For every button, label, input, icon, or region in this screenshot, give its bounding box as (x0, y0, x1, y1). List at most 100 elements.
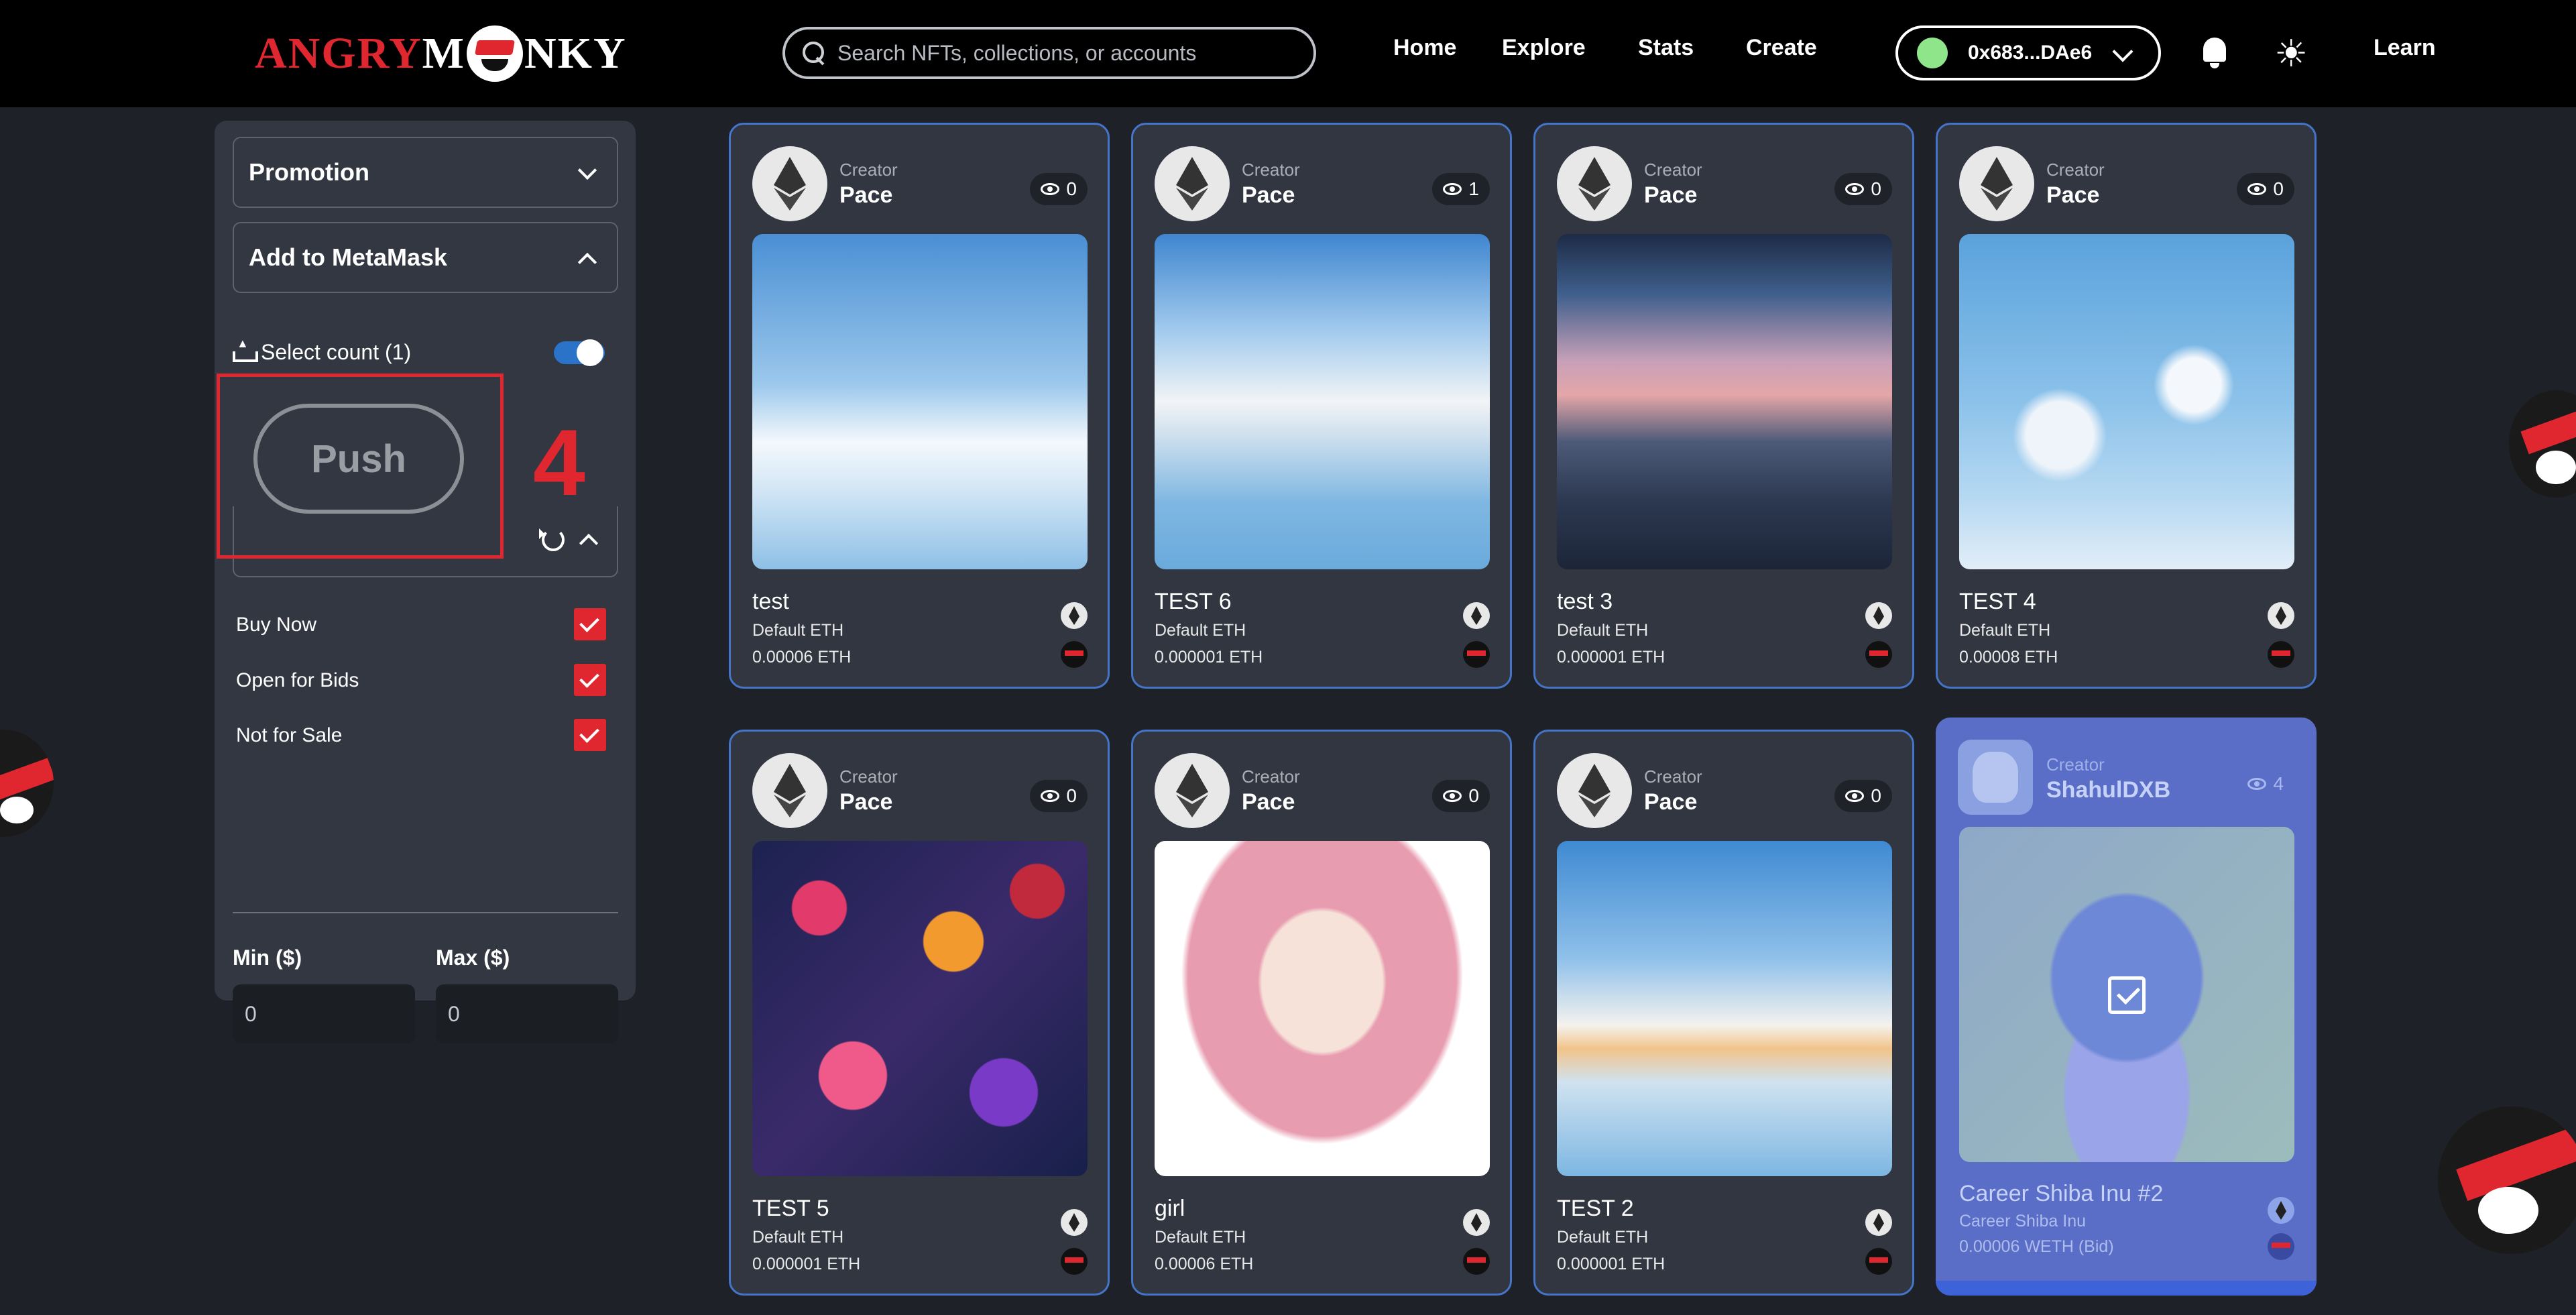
nft-title[interactable]: girl (1155, 1196, 1185, 1222)
nft-image[interactable] (1959, 234, 2294, 569)
nft-image[interactable] (1155, 841, 1490, 1176)
creator-name[interactable]: ShahulDXB (2046, 777, 2170, 803)
filter-not-for-sale[interactable]: Not for Sale (236, 719, 620, 752)
nft-image[interactable] (1959, 827, 2294, 1162)
filter-label: Not for Sale (236, 724, 343, 746)
nft-card[interactable]: Creator Pace 0 test Default ETH 0.00006 … (729, 123, 1110, 689)
creator-label: Creator (2046, 160, 2105, 180)
creator-avatar-eth-icon (1155, 753, 1230, 828)
nft-price: 0.00006 ETH (752, 648, 852, 667)
nft-collection: Career Shiba Inu (1959, 1212, 2087, 1231)
creator-avatar-shiba (1958, 740, 2033, 815)
filter-label: Buy Now (236, 614, 317, 636)
nft-price: 0.00008 ETH (1959, 648, 2058, 667)
nft-card[interactable]: Creator Pace 0 girl Default ETH 0.00006 … (1131, 730, 1512, 1296)
push-button[interactable]: Push (253, 404, 464, 514)
creator-avatar-eth-icon (752, 146, 827, 221)
nft-collection: Default ETH (1155, 1228, 1246, 1247)
nav-stats[interactable]: Stats (1638, 35, 1694, 61)
creator-name[interactable]: Pace (2046, 182, 2099, 209)
nft-image[interactable] (752, 841, 1088, 1176)
eye-icon (1041, 183, 1060, 195)
search-bar[interactable] (782, 27, 1316, 79)
nft-title[interactable]: Career Shiba Inu #2 (1959, 1181, 2163, 1207)
min-price-input[interactable] (233, 984, 415, 1043)
logo-face-icon (466, 25, 523, 82)
nft-title[interactable]: TEST 6 (1155, 589, 1232, 615)
nft-card[interactable]: Creator Pace 0 test 3 Default ETH 0.0000… (1533, 123, 1914, 689)
nft-title[interactable]: TEST 5 (752, 1196, 829, 1222)
checkbox-checked[interactable] (574, 664, 606, 696)
refresh-icon[interactable] (539, 528, 565, 551)
mascot-icon-right-top (2509, 390, 2576, 498)
creator-label: Creator (839, 766, 898, 787)
view-count: 0 (1834, 173, 1892, 205)
creator-label: Creator (1644, 766, 1702, 787)
eth-chain-icon (1865, 602, 1892, 629)
nft-image[interactable] (1557, 234, 1892, 569)
checkbox-checked[interactable] (574, 608, 606, 640)
eth-chain-icon (1463, 1209, 1490, 1236)
theme-toggle-sun-icon[interactable]: ☀ (2274, 35, 2308, 72)
promotion-label: Promotion (249, 158, 369, 186)
divider (233, 912, 618, 913)
wallet-dropdown[interactable]: 0x683...DAe6 (1895, 25, 2161, 80)
angrymonky-logo[interactable]: ANGRYM NKY (255, 25, 626, 87)
add-to-metamask-accordion[interactable]: Add to MetaMask (233, 222, 618, 293)
max-price-input[interactable] (436, 984, 618, 1043)
creator-label: Creator (1242, 766, 1300, 787)
checkbox-checked[interactable] (574, 719, 606, 751)
view-count: 0 (1432, 780, 1490, 812)
filter-buy-now[interactable]: Buy Now (236, 608, 620, 642)
eth-chain-icon (1061, 602, 1088, 629)
creator-label: Creator (1644, 160, 1702, 180)
creator-avatar-eth-icon (1557, 146, 1632, 221)
notification-bell-icon[interactable] (2201, 38, 2229, 70)
filter-open-for-bids[interactable]: Open for Bids (236, 664, 620, 697)
nft-price: 0.000001 ETH (1557, 648, 1665, 667)
search-icon (803, 42, 825, 64)
nav-explore[interactable]: Explore (1502, 35, 1586, 61)
creator-name[interactable]: Pace (1242, 182, 1295, 209)
upload-icon (233, 337, 258, 362)
nft-image[interactable] (1557, 841, 1892, 1176)
nft-card-featured[interactable]: Creator ShahulDXB 4 Career Shiba Inu #2 … (1936, 718, 2317, 1296)
creator-avatar-eth-icon (1959, 146, 2034, 221)
creator-avatar-eth-icon (752, 753, 827, 828)
creator-name[interactable]: Pace (1242, 789, 1295, 815)
select-count-row: Select count (1) (233, 332, 618, 372)
select-count-label: Select count (1) (261, 339, 412, 364)
nft-card[interactable]: Creator Pace 1 TEST 6 Default ETH 0.0000… (1131, 123, 1512, 689)
top-header: ANGRYMNKY Home Explore Stats Create 0x68… (0, 0, 2576, 107)
angrymonky-mini-icon (1865, 1248, 1892, 1275)
nft-collection: Default ETH (1959, 621, 2051, 640)
view-count: 0 (1030, 780, 1088, 812)
nav-create[interactable]: Create (1746, 35, 1817, 61)
search-input[interactable] (837, 40, 1293, 66)
angrymonky-mini-icon (2268, 1233, 2294, 1260)
creator-name[interactable]: Pace (839, 789, 892, 815)
nft-title[interactable]: TEST 4 (1959, 589, 2036, 615)
nft-title[interactable]: TEST 2 (1557, 1196, 1634, 1222)
eth-chain-icon (1865, 1209, 1892, 1236)
creator-label: Creator (2046, 754, 2105, 775)
creator-name[interactable]: Pace (1644, 182, 1697, 209)
promotion-accordion[interactable]: Promotion (233, 137, 618, 208)
nft-collection: Default ETH (1155, 621, 1246, 640)
checkbox-checked-icon[interactable] (2108, 976, 2146, 1014)
nft-image[interactable] (1155, 234, 1490, 569)
nav-home[interactable]: Home (1393, 35, 1456, 61)
creator-name[interactable]: Pace (1644, 789, 1697, 815)
nft-title[interactable]: test (752, 589, 789, 615)
creator-label: Creator (839, 160, 898, 180)
nav-learn[interactable]: Learn (2374, 35, 2436, 61)
creator-name[interactable]: Pace (839, 182, 892, 209)
select-count-toggle[interactable] (554, 339, 605, 366)
nft-card[interactable]: Creator Pace 0 TEST 4 Default ETH 0.0000… (1936, 123, 2317, 689)
nft-image[interactable] (752, 234, 1088, 569)
view-count: 0 (1030, 173, 1088, 205)
max-price-label: Max ($) (436, 946, 510, 970)
nft-card[interactable]: Creator Pace 0 TEST 2 Default ETH 0.0000… (1533, 730, 1914, 1296)
nft-card[interactable]: Creator Pace 0 TEST 5 Default ETH 0.0000… (729, 730, 1110, 1296)
nft-title[interactable]: test 3 (1557, 589, 1613, 615)
